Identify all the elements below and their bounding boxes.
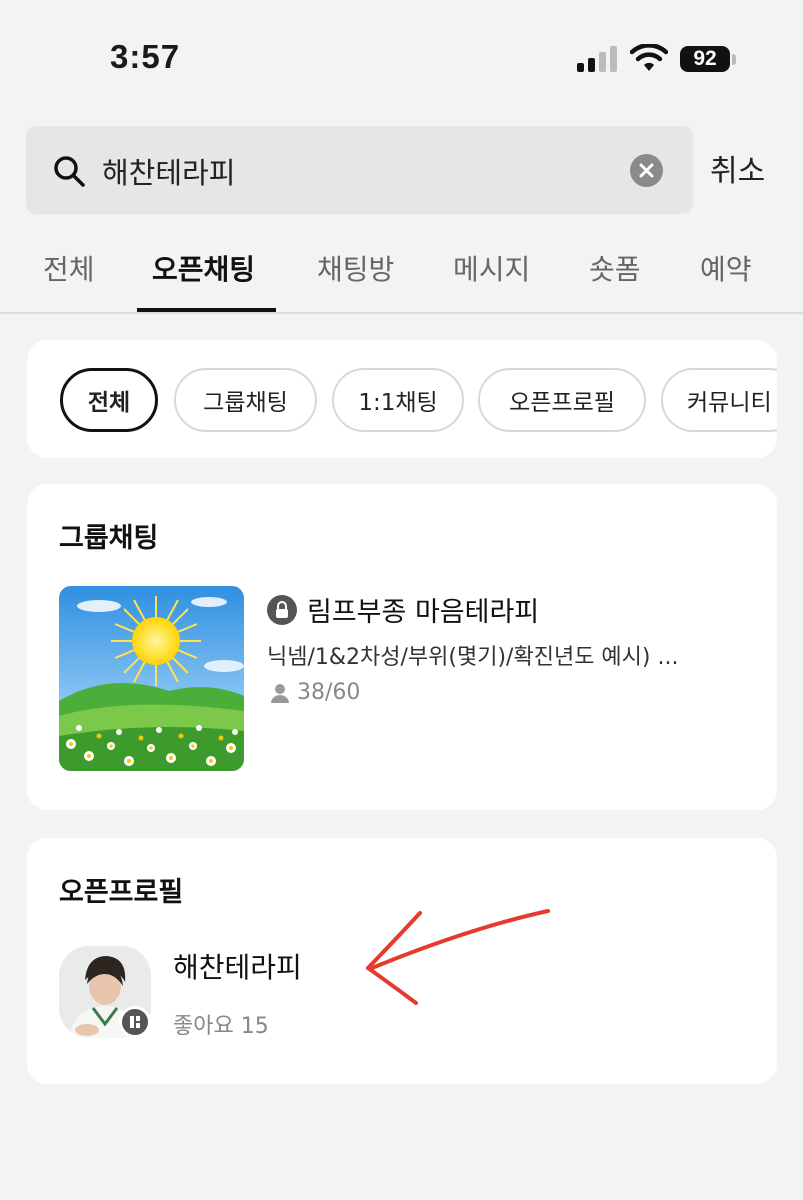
tab-messages[interactable]: 메시지: [453, 248, 530, 288]
tab-shortform[interactable]: 숏폼: [589, 248, 641, 288]
battery-indicator: 92: [680, 46, 730, 72]
room-name-row[interactable]: 림프부종 마음테라피: [267, 590, 539, 629]
room-description: 닉넴/1&2차성/부위(몇기)/확진년도 예시) ...: [267, 645, 679, 670]
wifi-icon: [630, 44, 668, 71]
status-time: 3:57: [110, 38, 181, 75]
group-chat-section-title: 그룹채팅: [59, 523, 159, 554]
group-chat-section: 그룹채팅 림프부종 마음테라피 닉넴/1&2차성/부위(몇기)/확진년도 예시)…: [27, 484, 777, 810]
result-tabs: 전체 오픈채팅 채팅방 메시지 숏폼 예약: [0, 230, 803, 314]
battery-tip: [732, 54, 736, 65]
filter-chip-bar: 전체 그룹채팅 1:1채팅 오픈프로필 커뮤니티: [27, 340, 777, 458]
search-bar[interactable]: 해찬테라피: [26, 126, 693, 214]
chip-group-chat[interactable]: 그룹채팅: [174, 368, 317, 432]
chip-open-profile[interactable]: 오픈프로필: [478, 368, 646, 432]
chip-community[interactable]: 커뮤니티: [661, 368, 777, 432]
chip-all[interactable]: 전체: [60, 368, 158, 432]
profile-likes: 좋아요 15: [173, 1014, 269, 1039]
search-input[interactable]: 해찬테라피: [102, 150, 235, 192]
lock-icon: [267, 594, 297, 625]
person-icon: [271, 683, 289, 703]
profile-badge-icon: [119, 1006, 151, 1038]
clear-search-icon[interactable]: [630, 154, 663, 187]
room-name: 림프부종 마음테라피: [307, 597, 540, 628]
room-thumbnail[interactable]: [59, 586, 244, 771]
cancel-button[interactable]: 취소: [710, 146, 765, 190]
tab-chatrooms[interactable]: 채팅방: [317, 248, 394, 288]
sunny-meadow-image: [59, 586, 244, 771]
cellular-signal-icon: [577, 46, 617, 72]
member-count-value: 38/60: [297, 680, 361, 705]
tab-open-chat[interactable]: 오픈채팅: [152, 248, 255, 288]
chip-one-on-one[interactable]: 1:1채팅: [332, 368, 464, 432]
member-count: 38/60: [269, 680, 360, 705]
open-profile-section-title: 오픈프로필: [59, 877, 184, 908]
tab-reservation[interactable]: 예약: [700, 248, 752, 288]
search-icon: [54, 156, 85, 187]
profile-name[interactable]: 해찬테라피: [173, 946, 302, 986]
tab-all[interactable]: 전체: [43, 248, 95, 288]
active-tab-indicator: [137, 308, 276, 312]
open-profile-section: 오픈프로필 해찬테라피 좋아요 15: [27, 838, 777, 1084]
status-bar: 3:57 92: [0, 0, 803, 110]
